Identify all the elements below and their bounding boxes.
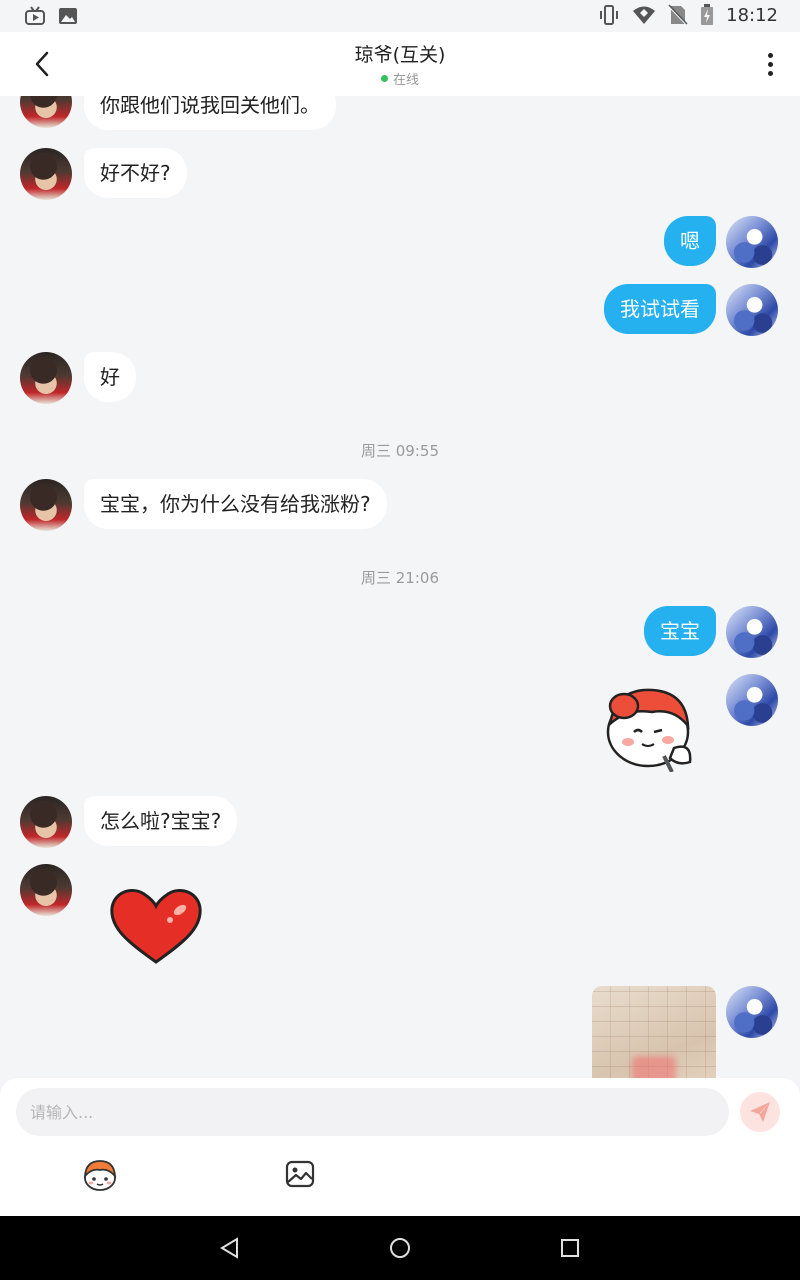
status-left-icons [24,6,78,26]
nav-recents-button[interactable] [556,1234,584,1262]
no-sim-icon [668,4,688,26]
battery-charging-icon [701,4,714,25]
message-bubble-sent[interactable]: 我试试看 [604,284,716,334]
clock: 18:12 [726,4,778,26]
message-bubble-sent[interactable]: 嗯 [664,216,716,266]
my-avatar[interactable] [726,674,778,726]
status-right-icons: 18:12 [598,4,778,26]
contact-avatar[interactable] [20,864,72,916]
timestamp-divider: 周三 21:06 [361,569,439,587]
more-vertical-icon [767,52,773,58]
contact-avatar[interactable] [20,148,72,200]
contact-avatar[interactable] [20,796,72,848]
my-avatar[interactable] [726,986,778,1038]
mascot-sticker[interactable] [596,682,700,772]
nav-back-icon [220,1237,238,1259]
contact-name: 琼爷(互关) [354,44,446,66]
online-dot-icon [380,75,388,82]
my-avatar[interactable] [726,284,778,336]
gallery-notification-icon [59,8,77,24]
send-button[interactable] [740,1092,780,1132]
online-status: 在线 [380,69,419,88]
sticker-face-icon[interactable] [80,1158,120,1192]
photo-highlight [632,1056,676,1078]
nav-recents-icon [561,1239,579,1257]
nav-home-button[interactable] [386,1234,414,1262]
input-panel [0,1078,800,1216]
message-bubble-sent[interactable]: 宝宝 [644,606,716,656]
nav-home-icon [390,1238,410,1258]
image-icon[interactable] [284,1158,316,1190]
my-avatar[interactable] [726,606,778,658]
timestamp-divider: 周三 09:55 [361,442,439,460]
heart-sticker[interactable] [108,886,204,966]
status-bar: 18:12 [0,0,800,32]
wifi-icon [633,6,656,24]
my-avatar[interactable] [726,216,778,268]
system-nav-bar [0,1216,800,1280]
more-options-button[interactable] [760,48,780,80]
message-list[interactable]: 你跟他们说我回关他们。 好不好? 嗯 我试试看 好 周三 09:55 宝宝，你为… [0,96,800,1078]
contact-avatar[interactable] [20,352,72,404]
message-bubble-received[interactable]: 怎么啦?宝宝? [84,796,238,846]
message-bubble-received[interactable]: 你跟他们说我回关他们。 [84,96,336,130]
online-status-label: 在线 [392,73,419,88]
contact-avatar[interactable] [20,479,72,531]
paper-plane-icon [750,1102,770,1122]
sent-photo[interactable] [592,986,716,1078]
tv-app-icon [25,6,45,25]
vibrate-icon [600,5,619,25]
message-bubble-received[interactable]: 好 [84,352,136,402]
contact-avatar[interactable] [20,96,72,128]
message-input[interactable] [16,1088,729,1136]
chat-header: 琼爷(互关) 在线 [0,32,800,96]
message-bubble-received[interactable]: 宝宝，你为什么没有给我涨粉? [84,479,387,529]
nav-back-button[interactable] [216,1234,244,1262]
message-bubble-received[interactable]: 好不好? [84,148,187,198]
title-block: 琼爷(互关) 在线 [0,40,800,88]
